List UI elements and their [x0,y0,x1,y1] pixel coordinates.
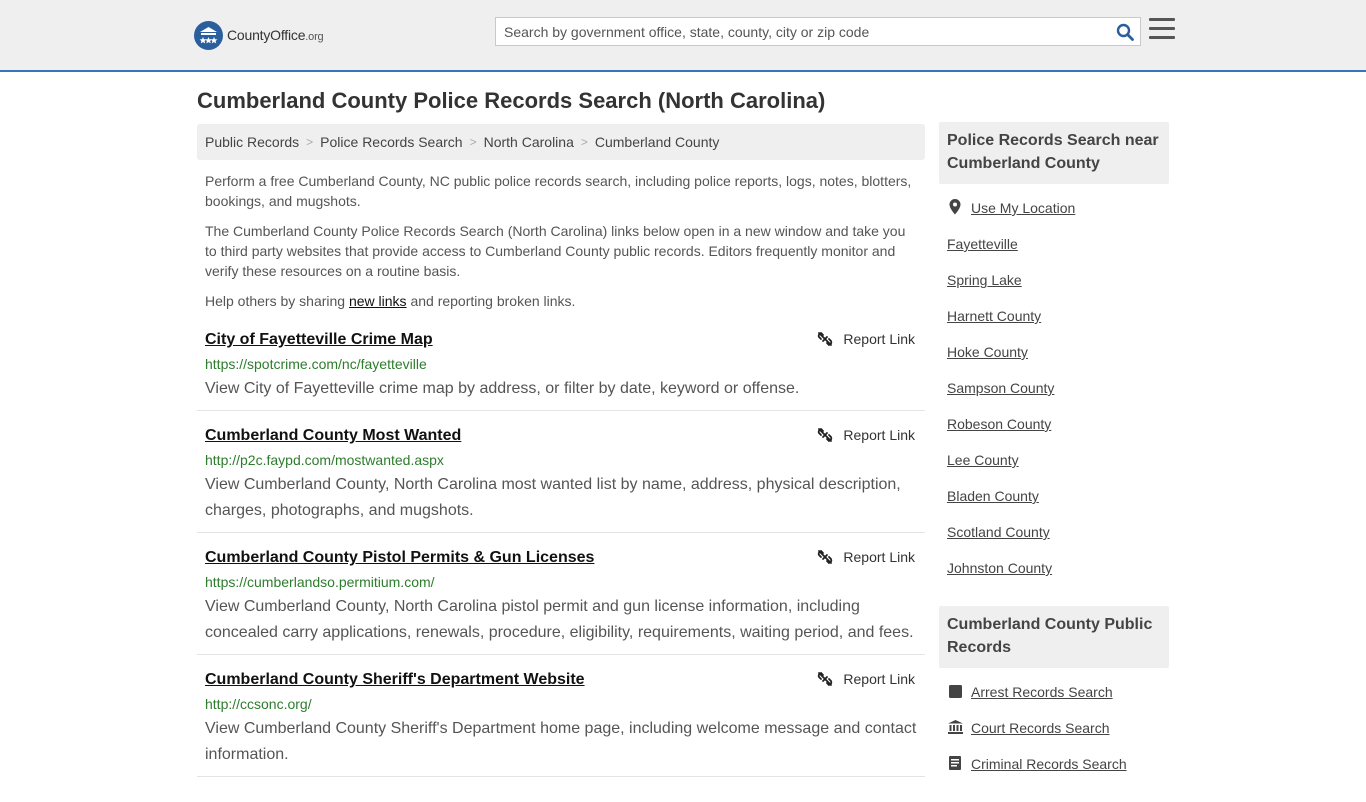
result-description: View Cumberland County, North Carolina m… [205,476,901,519]
broken-link-icon [818,672,833,686]
result-item: Cumberland County Most Wanted http://p2c… [197,420,925,533]
report-link-label: Report Link [843,331,915,347]
arrest-records-search-link[interactable]: Arrest Records Search [971,683,1113,701]
report-link-button[interactable]: Report Link [817,427,915,443]
result-url: https://cumberlandso.permitium.com/ [205,574,435,590]
intro-paragraph-3: Help others by sharing new links and rep… [205,291,917,311]
intro-paragraph-1: Perform a free Cumberland County, NC pub… [205,173,912,209]
sidebar-item-near: Harnett County [947,307,1169,343]
chevron-right-icon: > [306,135,314,149]
sidebar-item-near: Robeson County [947,415,1169,451]
near-place-link[interactable]: Fayetteville [947,235,1018,253]
near-place-link[interactable]: Spring Lake [947,271,1022,289]
square-icon [947,683,963,699]
logo-county: County [227,27,271,43]
near-place-link[interactable]: Bladen County [947,487,1039,505]
logo-org: .org [305,31,324,43]
result-item: Cumberland County Sheriff's Department W… [197,664,925,777]
breadcrumb-public-records[interactable]: Public Records [205,134,299,150]
result-item: City of Fayetteville Crime Map https://s… [197,324,925,411]
sidebar-item-near: Scotland County [947,523,1169,559]
result-item: Cumberland County Pistol Permits & Gun L… [197,542,925,655]
chevron-right-icon: > [580,135,588,149]
sidebar-item-arrest-records: Arrest Records Search [947,683,1169,719]
search-input[interactable] [496,18,1110,45]
result-url: http://ccsonc.org/ [205,696,312,712]
intro-text: Perform a free Cumberland County, NC pub… [205,171,917,321]
sidebar-public-records-list: Arrest Records Search Court Records Sear… [939,668,1169,802]
report-link-label: Report Link [843,671,915,687]
new-links-link[interactable]: new links [349,293,407,309]
result-title-link[interactable]: Cumberland County Pistol Permits & Gun L… [205,546,594,570]
county-office-logo-icon [194,20,223,50]
logo-office: Office [270,27,306,43]
result-title-link[interactable]: City of Fayetteville Crime Map [205,328,433,352]
breadcrumb-police-records-search[interactable]: Police Records Search [320,134,462,150]
use-my-location-link[interactable]: Use My Location [971,199,1075,217]
sidebar-item-court-records: Court Records Search [947,719,1169,755]
sidebar-item-use-location: Use My Location [947,199,1169,235]
near-place-link[interactable]: Harnett County [947,307,1041,325]
courthouse-icon [947,719,963,735]
search-bar [495,17,1141,46]
sidebar-near-heading: Police Records Search near Cumberland Co… [939,122,1169,184]
chevron-right-icon: > [469,135,477,149]
document-icon [947,755,963,771]
site-header: CountyOffice.org [0,0,1366,72]
breadcrumb: Public Records > Police Records Search >… [197,124,925,160]
search-icon [1116,23,1134,41]
intro-help-text: Help others by sharing [205,293,349,309]
result-url: https://spotcrime.com/nc/fayetteville [205,356,427,372]
intro-paragraph-2: The Cumberland County Police Records Sea… [205,223,906,279]
breadcrumb-cumberland-county[interactable]: Cumberland County [595,134,720,150]
sidebar-item-near: Hoke County [947,343,1169,379]
results-list: City of Fayetteville Crime Map https://s… [197,324,925,786]
criminal-records-search-link[interactable]: Criminal Records Search [971,755,1127,773]
broken-link-icon [818,332,833,346]
sidebar: Police Records Search near Cumberland Co… [939,122,1169,802]
broken-link-icon [818,550,833,564]
result-title-link[interactable]: Cumberland County Sheriff's Department W… [205,668,585,692]
result-url: http://p2c.faypd.com/mostwanted.aspx [205,452,444,468]
report-link-button[interactable]: Report Link [817,671,915,687]
report-link-button[interactable]: Report Link [817,331,915,347]
sidebar-near-list: Use My Location Fayetteville Spring Lake… [939,184,1169,606]
breadcrumb-north-carolina[interactable]: North Carolina [484,134,574,150]
site-logo[interactable]: CountyOffice.org [194,20,324,50]
report-link-label: Report Link [843,549,915,565]
near-place-link[interactable]: Hoke County [947,343,1028,361]
report-link-label: Report Link [843,427,915,443]
result-title-link[interactable]: Cumberland County Most Wanted [205,424,461,448]
near-place-link[interactable]: Scotland County [947,523,1050,541]
location-pin-icon [947,199,963,215]
near-place-link[interactable]: Johnston County [947,559,1052,577]
sidebar-item-near: Sampson County [947,379,1169,415]
intro-help-text-end: and reporting broken links. [406,293,576,309]
near-place-link[interactable]: Sampson County [947,379,1054,397]
broken-link-icon [818,428,833,442]
hamburger-menu-icon[interactable] [1149,18,1175,44]
sidebar-item-near: Lee County [947,451,1169,487]
near-place-link[interactable]: Lee County [947,451,1019,469]
sidebar-item-near: Bladen County [947,487,1169,523]
logo-text: CountyOffice.org [227,27,324,43]
sidebar-item-near: Johnston County [947,559,1169,595]
sidebar-public-records-heading: Cumberland County Public Records [939,606,1169,668]
sidebar-item-near: Fayetteville [947,235,1169,271]
report-link-button[interactable]: Report Link [817,549,915,565]
result-description: View Cumberland County Sheriff's Departm… [205,720,917,763]
sidebar-item-near: Spring Lake [947,271,1169,307]
court-records-search-link[interactable]: Court Records Search [971,719,1110,737]
result-description: View City of Fayetteville crime map by a… [205,380,800,397]
page-title: Cumberland County Police Records Search … [197,88,826,113]
sidebar-item-criminal-records: Criminal Records Search [947,755,1169,791]
result-description: View Cumberland County, North Carolina p… [205,598,914,641]
search-button[interactable] [1110,18,1140,45]
near-place-link[interactable]: Robeson County [947,415,1051,433]
